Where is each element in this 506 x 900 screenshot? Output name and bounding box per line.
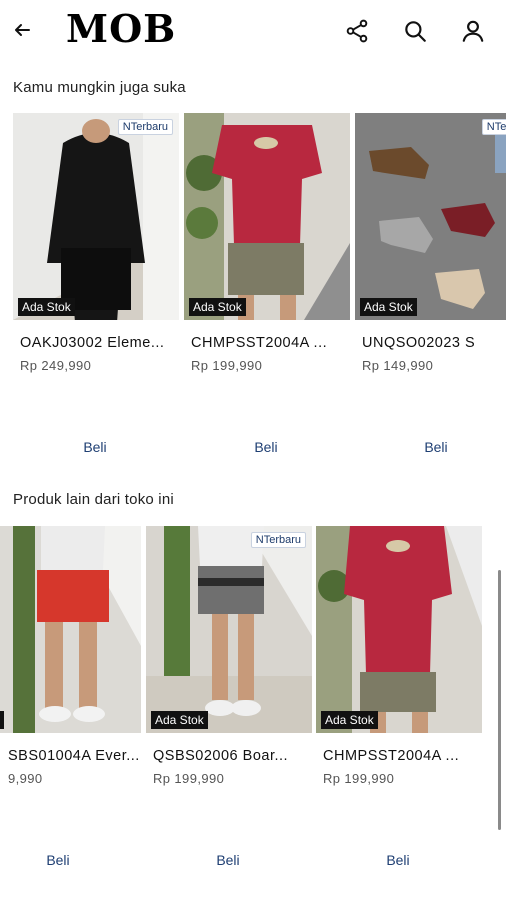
section-title-recommended: Kamu mungkin juga suka bbox=[13, 79, 186, 96]
product-name[interactable]: CHMPSST2004A ... bbox=[323, 748, 483, 764]
brand-logo: MOB bbox=[66, 6, 177, 51]
search-icon[interactable] bbox=[402, 18, 428, 44]
buy-button[interactable]: Beli bbox=[28, 852, 88, 866]
new-badge: NTer bbox=[481, 119, 506, 135]
buy-button[interactable]: Beli bbox=[368, 852, 428, 866]
stock-badge: Ada Stok bbox=[189, 298, 246, 316]
product-carousel-store[interactable]: tok SBS01004A Ever... 9,990 NTerbaru Ada… bbox=[0, 526, 506, 866]
product-name[interactable]: SBS01004A Ever... bbox=[8, 748, 168, 764]
stock-badge: tok bbox=[0, 711, 5, 729]
stock-badge: Ada Stok bbox=[360, 298, 417, 316]
product-image[interactable]: NTerbaru Ada Stok bbox=[13, 113, 179, 320]
product-image[interactable]: NTer Ada Stok bbox=[355, 113, 506, 320]
product-name[interactable]: UNQSO02023 S bbox=[362, 335, 506, 351]
product-image[interactable]: Ada Stok bbox=[184, 113, 350, 320]
buy-button[interactable]: Beli bbox=[198, 852, 258, 866]
buy-button[interactable]: Beli bbox=[236, 439, 296, 453]
product-price: Rp 199,990 bbox=[191, 358, 263, 373]
product-price: Rp 199,990 bbox=[323, 771, 395, 786]
vertical-scrollbar[interactable] bbox=[498, 570, 501, 830]
stock-badge: Ada Stok bbox=[18, 298, 75, 316]
buy-button[interactable]: Beli bbox=[65, 439, 125, 453]
product-price: 9,990 bbox=[8, 771, 43, 786]
new-badge: NTerbaru bbox=[117, 119, 173, 135]
account-icon[interactable] bbox=[460, 18, 486, 44]
product-price: Rp 149,990 bbox=[362, 358, 434, 373]
product-price: Rp 199,990 bbox=[153, 771, 225, 786]
section-title-store-products: Produk lain dari toko ini bbox=[13, 491, 174, 508]
buy-button[interactable]: Beli bbox=[406, 439, 466, 453]
app-header: MOB bbox=[0, 0, 506, 64]
stock-badge: Ada Stok bbox=[151, 711, 208, 729]
product-name[interactable]: QSBS02006 Boar... bbox=[153, 748, 313, 764]
back-arrow-icon[interactable] bbox=[10, 18, 34, 42]
product-name[interactable]: CHMPSST2004A ... bbox=[191, 335, 351, 351]
product-image[interactable]: tok bbox=[0, 526, 141, 733]
product-image[interactable]: Ada Stok bbox=[316, 526, 482, 733]
product-price: Rp 249,990 bbox=[20, 358, 92, 373]
product-name[interactable]: OAKJ03002 Eleme... bbox=[20, 335, 180, 351]
product-image[interactable]: NTerbaru Ada Stok bbox=[146, 526, 312, 733]
new-badge: NTerbaru bbox=[250, 532, 306, 548]
product-carousel-recommended[interactable]: NTerbaru Ada Stok OAKJ03002 Eleme... Rp … bbox=[0, 113, 506, 453]
share-icon[interactable] bbox=[344, 18, 370, 44]
stock-badge: Ada Stok bbox=[321, 711, 378, 729]
